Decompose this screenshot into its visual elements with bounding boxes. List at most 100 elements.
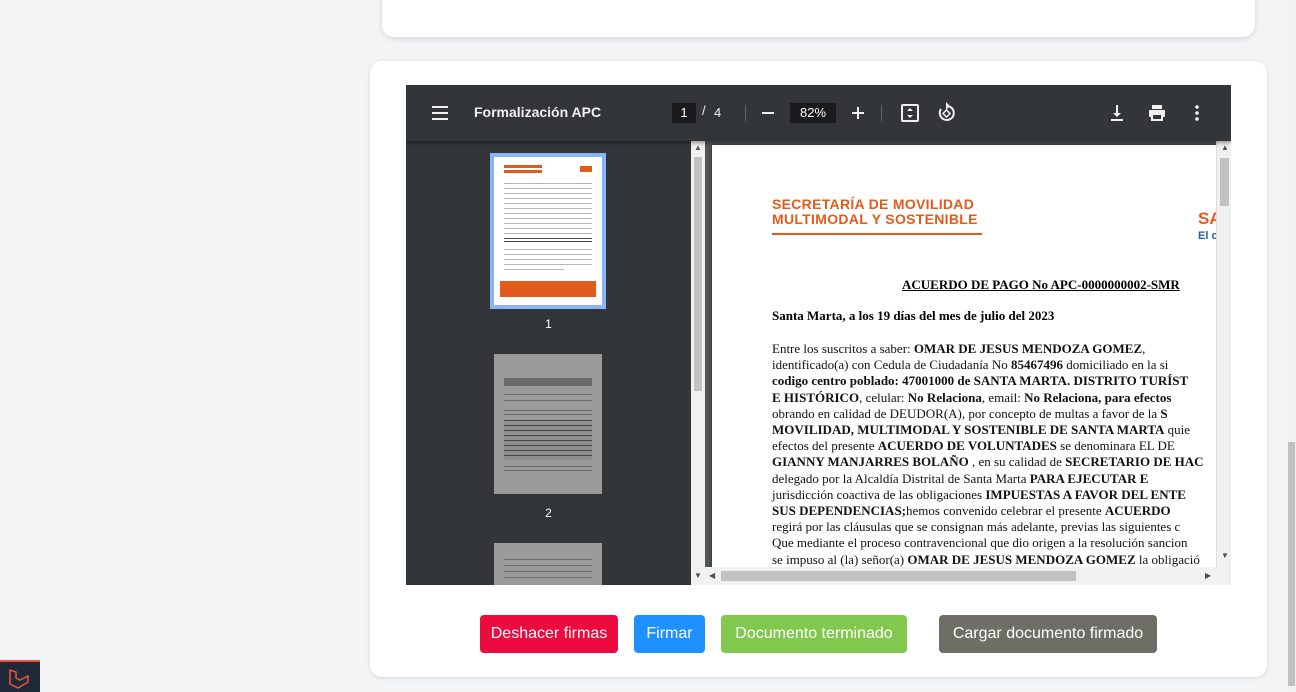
agreement-text-segment: E HISTÓRICO: [772, 389, 860, 405]
thumbnail-page-1[interactable]: [490, 153, 606, 309]
agreement-text-segment: GIANNY MANJARRES BOLAÑO: [772, 454, 969, 470]
document-title: Formalización APC: [474, 104, 602, 120]
org-name-line2: MULTIMODAL Y SOSTENIBLE: [772, 211, 978, 227]
scroll-down-icon[interactable]: ▼: [694, 571, 702, 580]
thumbnail-page-3[interactable]: [494, 543, 602, 585]
thumbnail-label: 2: [545, 506, 552, 520]
agreement-body-line: obrando en calidad de DEUDOR(A), por con…: [772, 406, 1231, 422]
agreement-date: Santa Marta, a los 19 días del mes de ju…: [772, 308, 1055, 323]
agreement-body-line: identificado(a) con Cedula de Ciudadanía…: [772, 357, 1231, 373]
agreement-text-segment: ACUERDO: [1104, 503, 1171, 519]
agreement-text-segment: codigo centro poblado: 47001000 de SANTA…: [772, 373, 1189, 389]
agreement-text-segment: jurisdicción coactiva de las obligacione…: [772, 486, 986, 502]
scroll-down-icon[interactable]: ▼: [1221, 551, 1229, 560]
document-vertical-scrollbar[interactable]: ▲ ▼: [1216, 141, 1231, 585]
agreement-text-segment: MOVILIDAD, MULTIMODAL Y SOSTENIBLE DE SA…: [772, 422, 1165, 438]
agreement-text-segment: domiciliado en la si: [1062, 357, 1169, 373]
org-name: SECRETARÍA DE MOVILIDAD MULTIMODAL Y SOS…: [772, 197, 978, 227]
agreement-body-line: MOVILIDAD, MULTIMODAL Y SOSTENIBLE DE SA…: [772, 422, 1231, 438]
agreement-text-segment: obrando en calidad de DEUDOR(A), por con…: [772, 405, 1161, 421]
toolbar-divider: [745, 105, 746, 121]
agreement-body-line: delegado por la Alcaldía Distrital de Sa…: [772, 471, 1231, 487]
zoom-in-icon[interactable]: [846, 101, 870, 125]
agreement-body: Entre los suscritos a saber: OMAR DE JES…: [772, 341, 1231, 568]
agreement-text-segment: quie: [1164, 422, 1191, 438]
agreement-text-segment: identificado(a) con Cedula de Ciudadanía…: [772, 357, 1011, 373]
agreement-text-segment: se denominara EL DE: [1056, 438, 1175, 454]
rotate-icon[interactable]: [934, 101, 958, 125]
agreement-text-segment: , email:: [981, 389, 1025, 405]
agreement-text-segment: OMAR DE JESUS MENDOZA GOMEZ: [907, 551, 1136, 567]
scroll-up-icon[interactable]: ▲: [694, 143, 702, 152]
agreement-text-segment: S: [1160, 405, 1168, 421]
document-page-area: SECRETARÍA DE MOVILIDAD MULTIMODAL Y SOS…: [705, 141, 1231, 585]
agreement-body-line: jurisdicción coactiva de las obligacione…: [772, 487, 1231, 503]
agreement-text-segment: ACUERDO DE VOLUNTADES: [877, 438, 1057, 454]
agreement-text-segment: SECRETARIO DE HAC: [1065, 454, 1204, 470]
agreement-body-line: se impuso al (la) señor(a) OMAR DE JESUS…: [772, 552, 1231, 568]
page-total: 4: [714, 105, 722, 120]
menu-icon[interactable]: [432, 106, 448, 120]
agreement-body-line: Entre los suscritos a saber: OMAR DE JES…: [772, 341, 1231, 357]
document-page: SECRETARÍA DE MOVILIDAD MULTIMODAL Y SOS…: [712, 145, 1231, 585]
previous-card: [382, 0, 1255, 37]
agreement-text-segment: ,: [1142, 341, 1146, 356]
agreement-body-line: SUS DEPENDENCIAS;hemos convenido celebra…: [772, 503, 1231, 519]
org-underline: [772, 233, 982, 235]
document-finished-button[interactable]: Documento terminado: [721, 615, 907, 653]
agreement-text-segment: efectos del presente: [772, 438, 878, 454]
agreement-text-segment: No Relaciona: [907, 389, 982, 405]
scrollbar-thumb[interactable]: [1288, 442, 1295, 686]
org-name-line1: SECRETARÍA DE MOVILIDAD: [772, 196, 975, 212]
print-icon[interactable]: [1145, 101, 1169, 125]
zoom-out-icon[interactable]: [756, 101, 780, 125]
agreement-text-segment: 85467496: [1010, 357, 1063, 373]
agreement-text-segment: , en su calidad de: [968, 454, 1066, 470]
thumbnail-label: 1: [545, 317, 552, 331]
scroll-up-icon[interactable]: ▲: [1221, 143, 1229, 152]
page-number-input[interactable]: 1: [672, 103, 696, 123]
scroll-left-icon[interactable]: ◀: [709, 571, 715, 580]
agreement-text-segment: Que mediante el proceso contravencional …: [772, 535, 1188, 551]
toolbar-divider: [881, 105, 882, 121]
agreement-body-line: Que mediante el proceso contravencional …: [772, 535, 1231, 551]
thumbnail-page-2[interactable]: [494, 354, 602, 494]
agreement-text-segment: , celular:: [859, 389, 908, 405]
agreement-text-segment: Entre los suscritos a saber:: [772, 341, 914, 356]
scroll-right-icon[interactable]: ▶: [1205, 571, 1211, 580]
agreement-text-segment: delegado por la Alcaldía Distrital de Sa…: [772, 470, 1030, 486]
fit-page-icon[interactable]: [898, 101, 922, 125]
scrollbar-thumb[interactable]: [694, 157, 702, 391]
agreement-body-line: efectos del presente ACUERDO DE VOLUNTAD…: [772, 438, 1231, 454]
page-separator: /: [702, 103, 706, 118]
scrollbar-thumb[interactable]: [1220, 158, 1229, 206]
agreement-text-segment: SUS DEPENDENCIAS;: [772, 503, 906, 519]
more-vert-icon[interactable]: [1185, 101, 1209, 125]
agreement-text-segment: PARA EJECUTAR E: [1029, 470, 1149, 486]
agreement-text-segment: IMPUESTAS A FAVOR DEL ENTE: [985, 486, 1186, 502]
agreement-body-line: GIANNY MANJARRES BOLAÑO , en su calidad …: [772, 454, 1231, 470]
agreement-body-line: E HISTÓRICO, celular: No Relaciona, emai…: [772, 390, 1231, 406]
page-scrollbar[interactable]: [1287, 0, 1296, 692]
agreement-body-line: regirá por las cláusulas que se consigna…: [772, 519, 1231, 535]
laravel-debugbar-icon[interactable]: [0, 660, 40, 692]
thumbnail-sidebar: 1 2: [406, 141, 691, 585]
agreement-text-segment: hemos convenido celebrar el presente: [906, 503, 1105, 519]
agreement-text-segment: No Relaciona, para efectos: [1024, 389, 1172, 405]
agreement-text-segment: se impuso al (la) señor(a): [772, 551, 908, 567]
pdf-viewer: Formalización APC 1 / 4 82% 1 2 ▲ ▼ SECR…: [406, 85, 1231, 585]
sign-button[interactable]: Firmar: [634, 615, 705, 653]
agreement-text-segment: regirá por las cláusulas que se consigna…: [772, 519, 1181, 535]
agreement-text-segment: OMAR DE JESUS MENDOZA GOMEZ: [913, 341, 1143, 356]
undo-signatures-button[interactable]: Deshacer firmas: [480, 615, 618, 653]
agreement-body-line: codigo centro poblado: 47001000 de SANTA…: [772, 373, 1231, 389]
zoom-level-input[interactable]: 82%: [790, 103, 836, 123]
scrollbar-thumb[interactable]: [721, 571, 1076, 581]
document-horizontal-scrollbar[interactable]: ◀ ▶: [705, 567, 1231, 585]
download-icon[interactable]: [1105, 101, 1129, 125]
upload-signed-document-button[interactable]: Cargar documento firmado: [939, 615, 1157, 653]
thumbnail-scrollbar[interactable]: ▲ ▼: [691, 141, 705, 585]
pdf-toolbar: Formalización APC 1 / 4 82%: [406, 85, 1231, 141]
agreement-text-segment: la obligació: [1135, 551, 1200, 567]
agreement-title: ACUERDO DE PAGO No APC-0000000002-SMR: [902, 277, 1180, 292]
